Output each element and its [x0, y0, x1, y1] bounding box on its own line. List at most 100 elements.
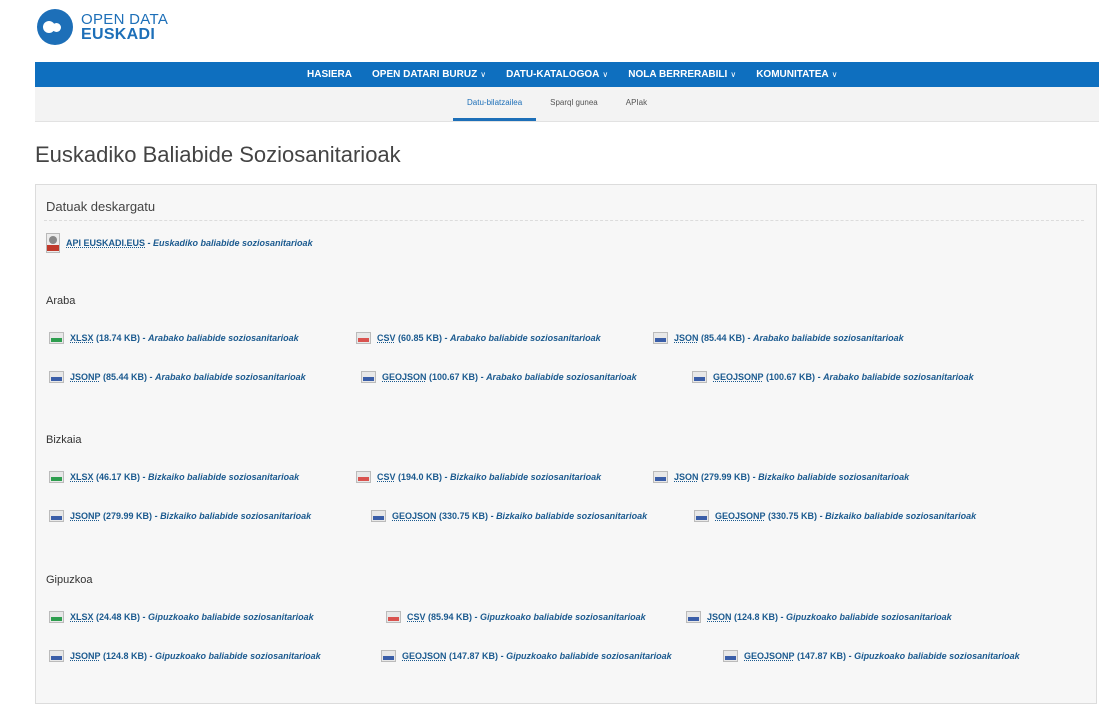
file-description: Bizkaiko baliabide soziosanitarioak — [160, 511, 312, 521]
download-link-json[interactable]: JSON (124.8 KB) - Gipuzkoako baliabide s… — [686, 611, 952, 623]
file-size: (24.48 KB) — [96, 612, 141, 622]
file-size: (46.17 KB) — [96, 472, 141, 482]
download-link-json[interactable]: JSON (85.44 KB) - Arabako baliabide sozi… — [653, 332, 904, 344]
file-description: Gipuzkoako baliabide soziosanitarioak — [506, 651, 672, 661]
file-size: (147.87 KB) — [797, 651, 847, 661]
download-link-xlsx[interactable]: XLSX (24.48 KB) - Gipuzkoako baliabide s… — [49, 611, 314, 623]
file-format: XLSX — [70, 612, 94, 622]
nav-item-komunitatea[interactable]: KOMUNITATEA ∨ — [756, 69, 837, 80]
geojsonp-file-icon — [723, 650, 738, 662]
jsonp-file-icon — [49, 650, 64, 662]
file-description: Bizkaiko baliabide soziosanitarioak — [148, 472, 300, 482]
geojsonp-file-icon — [692, 371, 707, 383]
download-link-xlsx[interactable]: XLSX (18.74 KB) - Arabako baliabide sozi… — [49, 332, 299, 344]
geojson-file-icon — [381, 650, 396, 662]
file-format: GEOJSONP — [744, 651, 795, 661]
file-format: JSONP — [70, 372, 101, 382]
download-item: JSONP (124.8 KB) - Gipuzkoako baliabide … — [49, 650, 339, 662]
download-item: GEOJSON (330.75 KB) - Bizkaiko baliabide… — [371, 510, 665, 522]
download-link-json[interactable]: JSON (279.99 KB) - Bizkaiko baliabide so… — [653, 471, 909, 483]
download-link-geojson[interactable]: GEOJSON (100.67 KB) - Arabako baliabide … — [361, 371, 637, 383]
nav-item-datu-katalogoa[interactable]: DATU-KATALOGOA ∨ — [506, 69, 608, 80]
download-item: XLSX (46.17 KB) - Bizkaiko baliabide soz… — [49, 471, 317, 483]
file-format: GEOJSON — [402, 651, 447, 661]
download-link-csv[interactable]: CSV (60.85 KB) - Arabako baliabide sozio… — [356, 332, 601, 344]
download-item: GEOJSON (100.67 KB) - Arabako baliabide … — [361, 371, 655, 383]
tab-apiak[interactable]: APIak — [612, 87, 661, 121]
tab-sparql-gunea[interactable]: Sparql gunea — [536, 87, 612, 121]
download-link-jsonp[interactable]: JSONP (124.8 KB) - Gipuzkoako baliabide … — [49, 650, 321, 662]
api-description: Euskadiko baliabide soziosanitarioak — [153, 238, 313, 248]
file-format: JSONP — [70, 511, 101, 521]
chevron-down-icon: ∨ — [602, 70, 609, 79]
open-data-euskadi-logo[interactable]: OPEN DATA EUSKADI — [37, 9, 168, 45]
file-description: Gipuzkoako baliabide soziosanitarioak — [480, 612, 646, 622]
download-item: GEOJSONP (100.67 KB) - Arabako baliabide… — [692, 371, 992, 383]
file-description: Arabako baliabide soziosanitarioak — [486, 372, 637, 382]
chevron-down-icon: ∨ — [480, 70, 487, 79]
xlsx-file-icon — [49, 611, 64, 623]
api-link-row: API EUSKADI.EUS - Euskadiko baliabide so… — [46, 233, 331, 253]
page-title: Euskadiko Baliabide Soziosanitarioak — [35, 142, 401, 167]
file-description: Bizkaiko baliabide soziosanitarioak — [758, 472, 910, 482]
file-format: XLSX — [70, 472, 94, 482]
nav-item-label: DATU-KATALOGOA — [506, 69, 600, 80]
download-item: CSV (60.85 KB) - Arabako baliabide sozio… — [356, 332, 619, 344]
site-header: OPEN DATA EUSKADI — [0, 0, 1099, 60]
file-description: Gipuzkoako baliabide soziosanitarioak — [854, 651, 1020, 661]
download-link-csv[interactable]: CSV (85.94 KB) - Gipuzkoako baliabide so… — [386, 611, 646, 623]
file-size: (194.0 KB) — [398, 472, 443, 482]
jsonp-file-icon — [49, 510, 64, 522]
file-description: Arabako baliabide soziosanitarioak — [155, 372, 306, 382]
downloads-panel: Datuak deskargatu API EUSKADI.EUS - Eusk… — [35, 184, 1097, 704]
json-file-icon — [686, 611, 701, 623]
nav-item-open-datari-buruz[interactable]: OPEN DATARI BURUZ ∨ — [372, 69, 486, 80]
download-link-geojsonp[interactable]: GEOJSONP (330.75 KB) - Bizkaiko baliabid… — [694, 510, 976, 522]
download-link-jsonp[interactable]: JSONP (279.99 KB) - Bizkaiko baliabide s… — [49, 510, 311, 522]
sub-navigation: Datu-bilatzailea Sparql gunea APIak — [35, 87, 1099, 122]
api-label: API EUSKADI.EUS — [66, 238, 146, 248]
file-format: GEOJSON — [392, 511, 437, 521]
section-title-bizkaia: Bizkaia — [46, 434, 82, 446]
file-size: (18.74 KB) — [96, 333, 141, 343]
xlsx-file-icon — [49, 471, 64, 483]
download-item: JSONP (279.99 KB) - Bizkaiko baliabide s… — [49, 510, 329, 522]
file-size: (330.75 KB) — [768, 511, 818, 521]
download-item: JSON (279.99 KB) - Bizkaiko baliabide so… — [653, 471, 927, 483]
file-size: (330.75 KB) — [439, 511, 489, 521]
csv-file-icon — [386, 611, 401, 623]
logo-line2: EUSKADI — [81, 26, 156, 43]
nav-item-label: HASIERA — [307, 69, 353, 80]
download-link-geojson[interactable]: GEOJSON (147.87 KB) - Gipuzkoako baliabi… — [381, 650, 672, 662]
api-link[interactable]: API EUSKADI.EUS - Euskadiko baliabide so… — [46, 233, 313, 253]
nav-item-label: NOLA BERRERABILI — [628, 69, 728, 80]
file-size: (100.67 KB) — [766, 372, 816, 382]
download-item: GEOJSONP (330.75 KB) - Bizkaiko baliabid… — [694, 510, 994, 522]
file-size: (100.67 KB) — [429, 372, 479, 382]
file-description: Gipuzkoako baliabide soziosanitarioak — [148, 612, 314, 622]
file-format: CSV — [407, 612, 426, 622]
download-item: JSON (124.8 KB) - Gipuzkoako baliabide s… — [686, 611, 970, 623]
file-format: CSV — [377, 472, 396, 482]
nav-item-nola-berrerabili[interactable]: NOLA BERRERABILI ∨ — [628, 69, 736, 80]
download-link-geojson[interactable]: GEOJSON (330.75 KB) - Bizkaiko baliabide… — [371, 510, 647, 522]
panel-title: Datuak deskargatu — [46, 199, 156, 214]
download-link-geojsonp[interactable]: GEOJSONP (147.87 KB) - Gipuzkoako baliab… — [723, 650, 1020, 662]
download-link-csv[interactable]: CSV (194.0 KB) - Bizkaiko baliabide sozi… — [356, 471, 601, 483]
file-format: GEOJSONP — [715, 511, 766, 521]
geojson-file-icon — [361, 371, 376, 383]
file-size: (60.85 KB) — [398, 333, 443, 343]
download-item: GEOJSON (147.87 KB) - Gipuzkoako baliabi… — [381, 650, 690, 662]
tab-datu-bilatzailea[interactable]: Datu-bilatzailea — [453, 87, 537, 121]
geojson-file-icon — [371, 510, 386, 522]
nav-item-hasiera[interactable]: HASIERA — [307, 69, 352, 80]
xlsx-file-icon — [49, 332, 64, 344]
json-file-icon — [653, 471, 668, 483]
download-item: JSON (85.44 KB) - Arabako baliabide sozi… — [653, 332, 922, 344]
download-link-geojsonp[interactable]: GEOJSONP (100.67 KB) - Arabako baliabide… — [692, 371, 974, 383]
file-format: JSON — [674, 333, 699, 343]
download-link-xlsx[interactable]: XLSX (46.17 KB) - Bizkaiko baliabide soz… — [49, 471, 299, 483]
file-description: Bizkaiko baliabide soziosanitarioak — [496, 511, 648, 521]
download-link-jsonp[interactable]: JSONP (85.44 KB) - Arabako baliabide soz… — [49, 371, 306, 383]
chevron-down-icon: ∨ — [730, 70, 737, 79]
